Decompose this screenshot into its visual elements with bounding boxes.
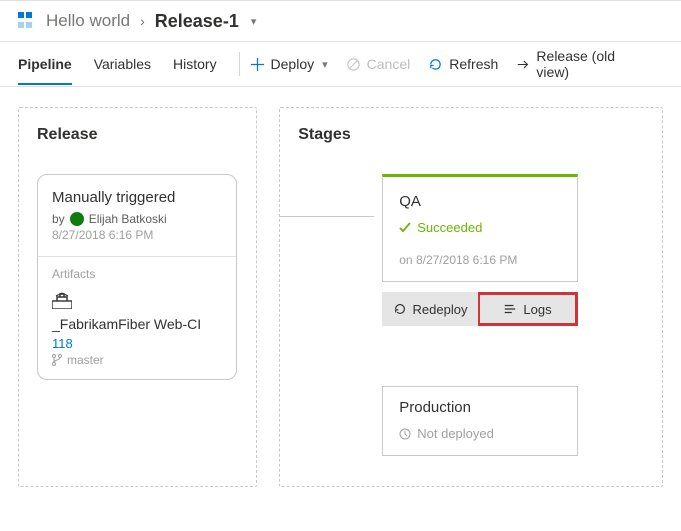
release-panel: Release Manually triggered by Elijah Bat… xyxy=(18,107,257,487)
artifacts-label: Artifacts xyxy=(52,267,222,281)
arrow-right-icon xyxy=(516,57,530,72)
stage-card-qa[interactable]: QA Succeeded on 8/27/2018 6:16 PM xyxy=(382,174,578,282)
separator xyxy=(239,52,240,76)
tab-pipeline[interactable]: Pipeline xyxy=(18,56,72,72)
artifact-build-icon xyxy=(52,291,72,309)
refresh-button[interactable]: Refresh xyxy=(428,56,498,72)
check-icon xyxy=(399,222,411,234)
stage-card-production[interactable]: Production Not deployed xyxy=(382,386,578,456)
branch-icon xyxy=(52,354,62,366)
avatar xyxy=(70,212,84,226)
pipeline-logo-icon xyxy=(18,12,36,30)
author-name: Elijah Batkoski xyxy=(89,212,167,226)
branch-row: master xyxy=(52,353,222,367)
stage-status: Not deployed xyxy=(399,426,561,441)
tab-bar: Pipeline Variables History Deploy ▾ Canc… xyxy=(0,42,681,87)
release-panel-title: Release xyxy=(37,126,244,144)
breadcrumb-current[interactable]: Release-1 xyxy=(155,11,239,32)
chevron-down-icon[interactable]: ▾ xyxy=(251,15,257,28)
logs-button[interactable]: Logs xyxy=(478,292,579,326)
divider xyxy=(38,256,236,257)
redeploy-button[interactable]: Redeploy xyxy=(382,292,478,326)
release-timestamp: 8/27/2018 6:16 PM xyxy=(52,228,222,242)
stages-panel: Stages QA Succeeded on 8/27/2018 6:16 PM… xyxy=(279,107,663,487)
breadcrumb-bar: Hello world › Release-1 ▾ xyxy=(0,0,681,42)
cancel-button: Cancel xyxy=(346,56,411,72)
release-old-view-button[interactable]: Release (old view) xyxy=(516,48,645,80)
redeploy-icon xyxy=(393,302,407,316)
tab-history[interactable]: History xyxy=(173,56,217,72)
stages-panel-title: Stages xyxy=(298,126,650,144)
logs-icon xyxy=(503,302,517,316)
stage-name: QA xyxy=(399,193,561,210)
stage-actions: Redeploy Logs xyxy=(382,292,578,326)
connector-line xyxy=(280,216,374,217)
content-area: Release Manually triggered by Elijah Bat… xyxy=(0,87,681,507)
breadcrumb-root[interactable]: Hello world xyxy=(46,11,130,31)
deploy-button[interactable]: Deploy ▾ xyxy=(250,56,328,72)
stage-timestamp: on 8/27/2018 6:16 PM xyxy=(399,253,561,267)
trigger-title: Manually triggered xyxy=(52,189,222,206)
build-number-link[interactable]: 118 xyxy=(52,336,222,351)
branch-name: master xyxy=(67,353,104,367)
chevron-right-icon: › xyxy=(140,13,145,29)
tab-variables[interactable]: Variables xyxy=(94,56,151,72)
stage-name: Production xyxy=(399,399,561,416)
artifact-name: _FabrikamFiber Web-CI xyxy=(52,316,222,332)
author-row: by Elijah Batkoski xyxy=(52,212,222,226)
plus-icon xyxy=(250,57,265,72)
cancel-icon xyxy=(346,57,361,72)
release-card[interactable]: Manually triggered by Elijah Batkoski 8/… xyxy=(37,174,237,380)
stage-status: Succeeded xyxy=(399,220,561,235)
refresh-icon xyxy=(428,57,443,72)
clock-icon xyxy=(399,428,411,440)
chevron-down-icon: ▾ xyxy=(322,58,328,71)
